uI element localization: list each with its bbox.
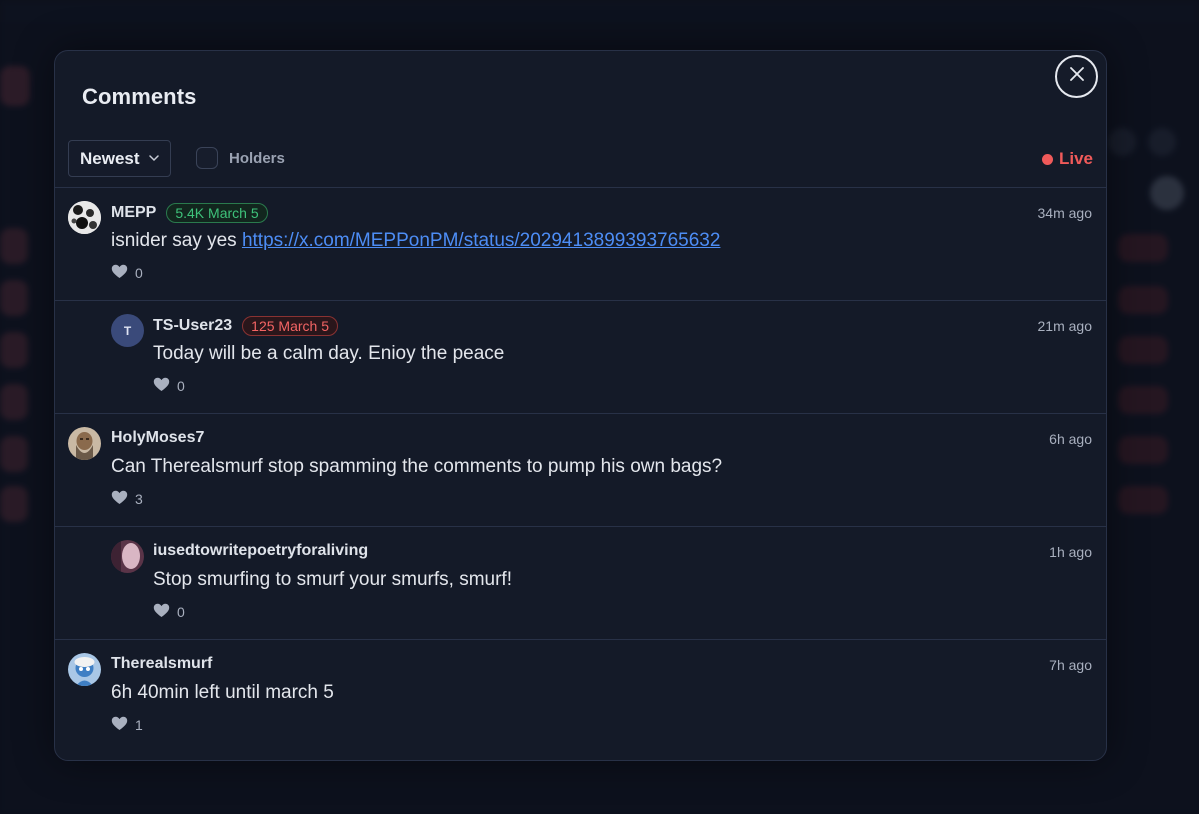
live-dot-icon [1041,153,1053,165]
heart-icon [111,716,128,734]
avatar[interactable] [68,653,101,686]
comment-time: 1h ago [1049,544,1092,560]
comment-text: isnider say yes https://x.com/MEPPonPM/s… [111,230,720,252]
comment-item: T TS-User23 125 March 5 21m ago Today wi… [55,300,1106,413]
comments-modal: Comments Newest Holders Live MEPP 5.4K M… [54,50,1107,761]
comment-item: Therealsmurf 7h ago 6h 40min left until … [55,639,1106,752]
comment-time: 6h ago [1049,431,1092,447]
live-indicator: Live [1041,149,1093,169]
avatar[interactable] [68,427,101,460]
close-icon [1069,67,1084,86]
comment-text: Today will be a calm day. Enioy the peac… [153,343,505,364]
comment-time: 21m ago [1037,318,1092,334]
comment-item: iusedtowritepoetryforaliving 1h ago Stop… [55,526,1106,639]
like-button[interactable]: 0 [153,377,185,395]
avatar[interactable]: T [111,314,144,347]
modal-title: Comments [82,84,197,109]
avatar[interactable] [111,540,144,573]
comment-item: MEPP 5.4K March 5 34m ago isnider say ye… [55,187,1106,300]
avatar[interactable] [68,201,101,234]
like-count: 0 [177,604,185,620]
comment-time: 7h ago [1049,657,1092,673]
position-badge: 5.4K March 5 [166,203,268,223]
close-button[interactable] [1055,55,1098,98]
comment-username[interactable]: TS-User23 [153,317,232,335]
like-button[interactable]: 1 [111,716,143,734]
comment-list: MEPP 5.4K March 5 34m ago isnider say ye… [55,187,1106,752]
comment-time: 34m ago [1037,205,1092,221]
comment-link[interactable]: https://x.com/MEPPonPM/status/2029413899… [242,230,720,251]
heart-icon [153,377,170,395]
live-label: Live [1058,149,1093,168]
heart-icon [111,490,128,508]
comment-text-prefix: isnider say yes [111,230,242,251]
comment-username[interactable]: Therealsmurf [111,655,212,673]
comment-text: 6h 40min left until march 5 [111,682,334,703]
sort-value: Newest [80,148,140,168]
heart-icon [153,603,170,621]
comment-text: Stop smurfing to smurf your smurfs, smur… [153,569,512,590]
comment-username[interactable]: iusedtowritepoetryforaliving [153,542,368,560]
holders-label: Holders [229,149,285,167]
like-count: 1 [135,717,143,733]
like-button[interactable]: 3 [111,490,143,508]
like-button[interactable]: 0 [153,603,185,621]
comments-toolbar: Newest Holders Live [68,140,1093,178]
comment-item: HolyMoses7 6h ago Can Therealsmurf stop … [55,413,1106,526]
holders-checkbox[interactable] [196,147,218,169]
like-button[interactable]: 0 [111,264,143,282]
like-count: 0 [177,378,185,394]
chevron-down-icon [148,155,159,162]
comment-username[interactable]: MEPP [111,204,156,222]
like-count: 0 [135,265,143,281]
like-count: 3 [135,491,143,507]
comment-username[interactable]: HolyMoses7 [111,429,204,447]
comment-text: Can Therealsmurf stop spamming the comme… [111,456,723,477]
heart-icon [111,264,128,282]
sort-dropdown[interactable]: Newest [68,140,171,177]
position-badge: 125 March 5 [242,316,338,336]
holders-filter[interactable]: Holders [196,147,285,169]
